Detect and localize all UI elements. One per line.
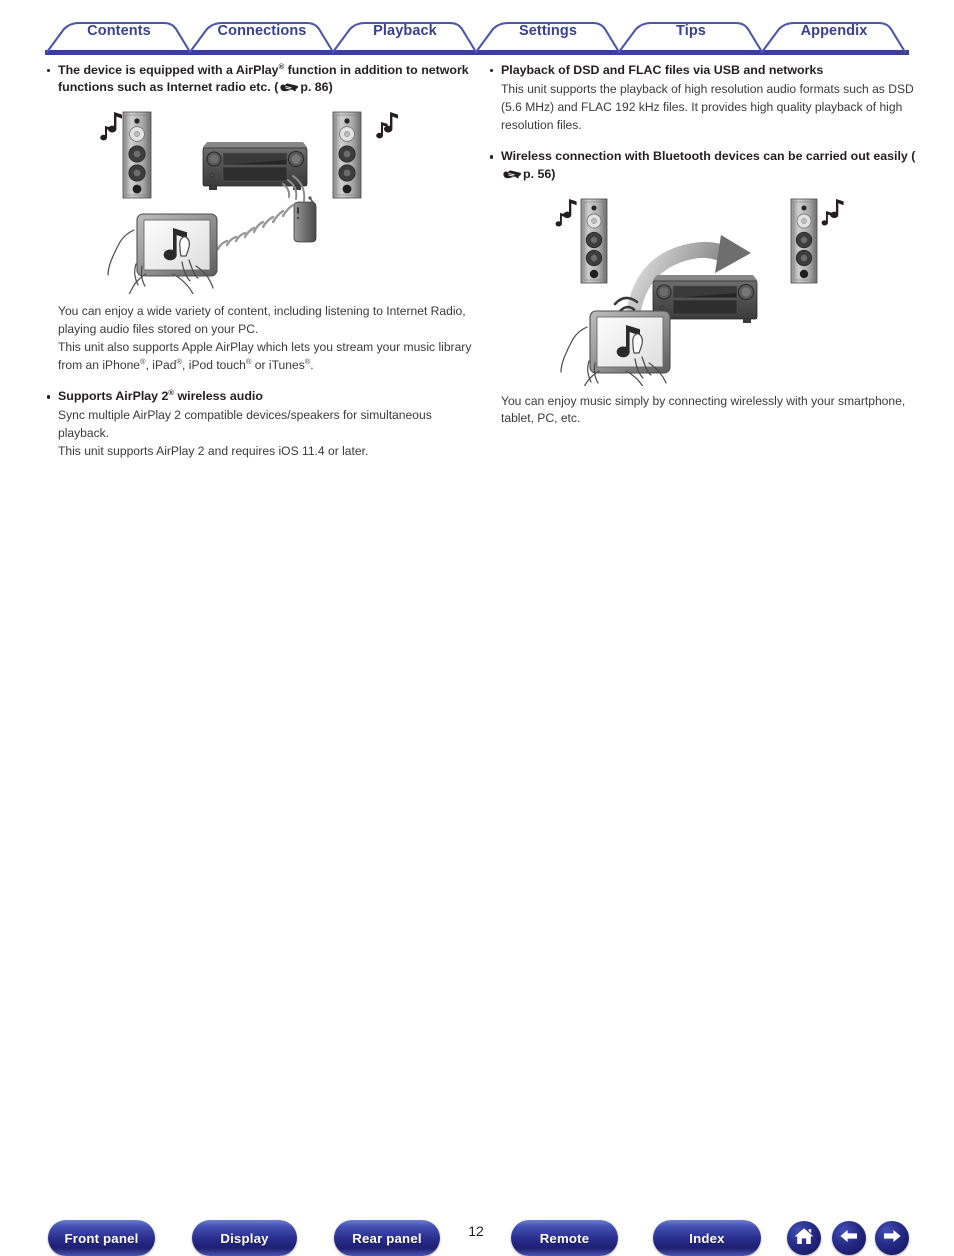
- bullet-airplay2-heading-text2: wireless audio: [174, 389, 263, 404]
- bullet-bluetooth: Wireless connection with Bluetooth devic…: [488, 148, 918, 184]
- music-note-icon: [100, 112, 122, 141]
- music-note-icon: [555, 198, 577, 227]
- illustration-airplay-network: [90, 104, 475, 299]
- speaker-left: [122, 111, 152, 199]
- tab-tips[interactable]: Tips: [676, 23, 706, 39]
- caption-text-e: .: [310, 357, 314, 372]
- bullet-bluetooth-heading: Wireless connection with Bluetooth devic…: [488, 148, 918, 184]
- rear-panel-button-label: Rear panel: [352, 1230, 422, 1246]
- bottom-navigation-bar: Front panel Display Rear panel 12 Remote…: [0, 602, 954, 1256]
- pointing-hand-icon: [279, 81, 299, 98]
- bullet-dsd-flac-heading: Playback of DSD and FLAC files via USB a…: [488, 62, 918, 79]
- front-panel-button-label: Front panel: [64, 1230, 139, 1246]
- tab-contents[interactable]: Contents: [87, 23, 151, 39]
- tab-settings[interactable]: Settings: [519, 23, 577, 39]
- tab-playback[interactable]: Playback: [373, 23, 437, 39]
- airplay-caption-paragraph2: This unit also supports Apple AirPlay wh…: [45, 339, 475, 375]
- tab-appendix[interactable]: Appendix: [801, 23, 868, 39]
- arrow-right-icon: [881, 1227, 903, 1250]
- caption-text-c: , iPod touch: [182, 357, 246, 372]
- wireless-router: [293, 196, 317, 243]
- page-number: 12: [468, 1223, 484, 1239]
- pointing-hand-icon: [502, 168, 522, 185]
- bluetooth-caption: You can enjoy music simply by connecting…: [501, 393, 906, 426]
- bullet-airplay2-heading: Supports AirPlay 2® wireless audio: [45, 388, 475, 405]
- bullet-airplay-heading-text1: The device is equipped with a AirPlay: [58, 63, 279, 77]
- rear-panel-button[interactable]: Rear panel: [334, 1220, 440, 1256]
- speaker-right: [332, 111, 362, 199]
- bullet-airplay-page-ref[interactable]: p. 86: [300, 80, 328, 94]
- back-button[interactable]: [832, 1221, 866, 1255]
- illustration-airplay-graphic: [100, 111, 398, 298]
- speaker-right: [790, 198, 818, 284]
- bullet-bluetooth-heading-text2: ): [551, 166, 556, 181]
- home-icon: [793, 1226, 815, 1251]
- tab-connections[interactable]: Connections: [218, 23, 307, 39]
- index-button[interactable]: Index: [653, 1220, 761, 1256]
- dsd-flac-caption: This unit supports the playback of high …: [501, 82, 914, 132]
- right-column: Playback of DSD and FLAC files via USB a…: [488, 62, 918, 428]
- bullet-bluetooth-heading-text1: Wireless connection with Bluetooth devic…: [501, 149, 916, 164]
- home-button[interactable]: [787, 1221, 821, 1255]
- bullet-airplay-heading: The device is equipped with a AirPlay® f…: [45, 62, 475, 98]
- airplay2-caption-paragraph2: This unit supports AirPlay 2 and require…: [58, 443, 369, 458]
- tablet-device: [136, 213, 218, 277]
- airplay2-caption-paragraph1: Sync multiple AirPlay 2 compatible devic…: [58, 408, 432, 441]
- arrow-left-icon: [838, 1227, 860, 1250]
- index-button-label: Index: [689, 1230, 725, 1246]
- speaker-left: [580, 198, 608, 284]
- caption-text-b: , iPad: [145, 357, 177, 372]
- display-button[interactable]: Display: [192, 1220, 297, 1256]
- bullet-airplay2: Supports AirPlay 2® wireless audio: [45, 388, 475, 405]
- airplay-caption-paragraph1: You can enjoy a wide variety of content,…: [58, 304, 466, 336]
- remote-button-label: Remote: [539, 1230, 590, 1246]
- bullet-airplay-heading-text3: ): [328, 80, 333, 95]
- bullet-dsd-flac: Playback of DSD and FLAC files via USB a…: [488, 62, 918, 79]
- bullet-bluetooth-page-ref[interactable]: p. 56: [523, 167, 551, 181]
- tablet-device: [589, 310, 671, 374]
- music-note-icon: [821, 198, 844, 226]
- wireless-signal-path: [216, 204, 295, 251]
- front-panel-button[interactable]: Front panel: [48, 1220, 155, 1256]
- display-button-label: Display: [220, 1230, 269, 1246]
- bullet-airplay2-heading-text1: Supports AirPlay 2: [58, 389, 169, 404]
- bullet-airplay: The device is equipped with a AirPlay® f…: [45, 62, 475, 98]
- music-note-icon: [376, 112, 398, 139]
- left-column: The device is equipped with a AirPlay® f…: [45, 62, 475, 461]
- illustration-bluetooth: [543, 191, 918, 393]
- forward-button[interactable]: [875, 1221, 909, 1255]
- illustration-bluetooth-graphic: [555, 198, 844, 393]
- remote-button[interactable]: Remote: [511, 1220, 618, 1256]
- tab-bar: Contents Connections Playback Settings T…: [0, 0, 954, 62]
- page-content: The device is equipped with a AirPlay® f…: [0, 62, 954, 602]
- caption-text-d: or iTunes: [251, 357, 305, 372]
